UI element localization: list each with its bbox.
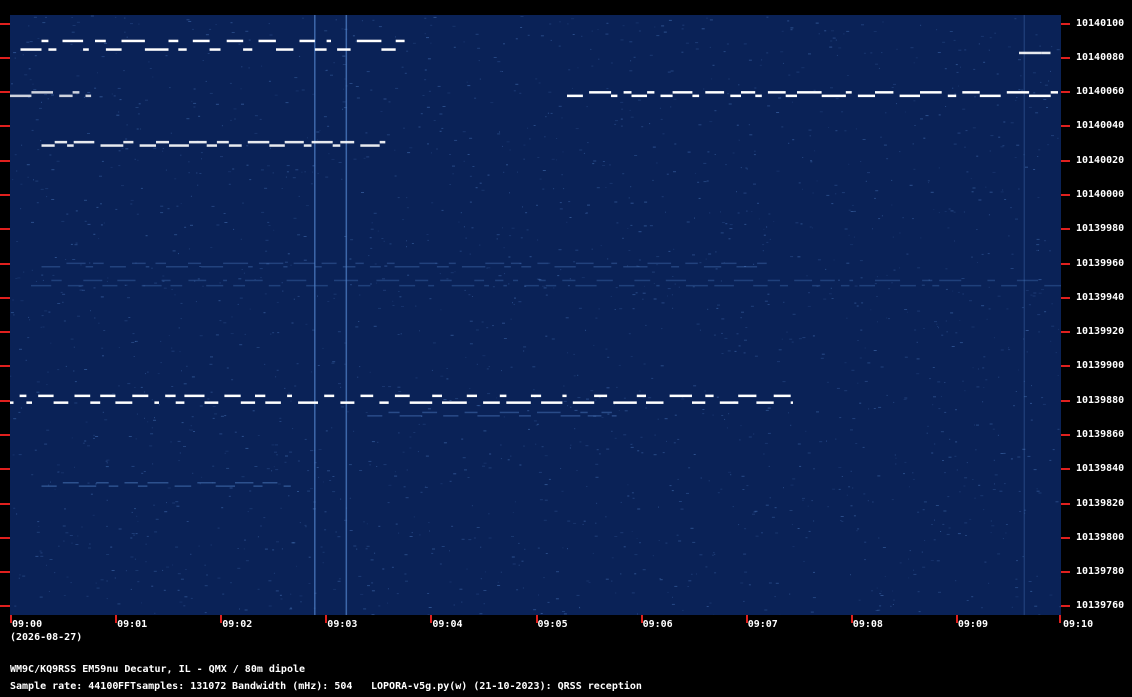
- x-tick-label: 09:01: [117, 619, 148, 630]
- left-tick: [0, 91, 10, 94]
- y-tick-label: 10139880: [1076, 394, 1125, 406]
- left-tick: [0, 468, 10, 471]
- signal-trace-6: [10, 394, 793, 404]
- right-tick: [1061, 331, 1070, 334]
- y-tick-label: 10139780: [1076, 566, 1125, 578]
- x-tick-label: 09:04: [432, 619, 463, 630]
- x-tick-label: 09:07: [747, 619, 778, 630]
- right-tick: [1061, 399, 1070, 402]
- software-label: LOPORA-v5g.py(w) (21-10-2023): QRSS rece…: [371, 681, 642, 692]
- signal-trace-8: [41, 482, 291, 487]
- signal-trace-7: [367, 411, 617, 417]
- x-tick-label: 09:10: [1063, 619, 1094, 630]
- left-tick: [0, 502, 10, 505]
- right-tick: [1061, 159, 1070, 162]
- right-tick: [1061, 228, 1070, 231]
- left-tick: [0, 536, 10, 539]
- left-tick: [0, 194, 10, 196]
- right-tick: [1061, 125, 1070, 128]
- signal-trace-1: [10, 91, 92, 98]
- y-tick-label: 10139760: [1076, 600, 1125, 612]
- x-tick-label: 09:06: [642, 619, 673, 630]
- x-tick-label: 09:08: [852, 619, 883, 630]
- right-tick: [1061, 605, 1070, 608]
- left-tick: [0, 365, 10, 368]
- bandwidth-label: Bandwidth (mHz): 504: [232, 681, 353, 692]
- right-tick: [1061, 502, 1070, 505]
- right-tick: [1061, 91, 1070, 94]
- right-tick: [1061, 56, 1070, 59]
- waterfall-svg: [10, 15, 1061, 615]
- y-tick-label: 10139980: [1076, 223, 1125, 235]
- y-tick-label: 10139860: [1076, 429, 1125, 440]
- y-tick-label: 10139800: [1076, 531, 1125, 543]
- signal-trace-9: [1019, 51, 1051, 55]
- y-tick-label: 10140080: [1076, 51, 1125, 63]
- signal-trace-2: [567, 91, 1058, 98]
- left-tick: [0, 605, 10, 608]
- right-tick: [1061, 434, 1070, 436]
- left-tick: [0, 159, 10, 162]
- left-tick: [0, 22, 10, 25]
- left-tick: [0, 262, 10, 265]
- right-tick: [1061, 194, 1070, 196]
- right-tick: [1061, 536, 1070, 539]
- fft-samples-label: FFTsamples: 131072: [118, 681, 227, 692]
- y-tick-label: 10140000: [1076, 189, 1125, 200]
- y-tick-label: 10140100: [1076, 17, 1125, 29]
- right-tick: [1061, 22, 1070, 25]
- date-label: (2026-08-27): [10, 632, 83, 643]
- x-tick-label: 09:03: [327, 619, 358, 630]
- left-tick: [0, 331, 10, 334]
- left-tick: [0, 125, 10, 128]
- left-tick: [0, 571, 10, 574]
- right-tick: [1061, 365, 1070, 368]
- left-tick: [0, 399, 10, 402]
- y-tick-label: 10139940: [1076, 291, 1125, 303]
- x-tick: [1059, 615, 1061, 623]
- y-tick-label: 10140060: [1076, 86, 1125, 98]
- y-tick-label: 10139900: [1076, 360, 1125, 372]
- y-tick-label: 10139960: [1076, 257, 1125, 269]
- right-tick: [1061, 262, 1070, 265]
- y-tick-label: 10140020: [1076, 154, 1125, 166]
- right-tick: [1061, 571, 1070, 574]
- noise-layer: [10, 15, 1061, 615]
- right-tick: [1061, 468, 1070, 471]
- left-tick: [0, 56, 10, 59]
- left-tick: [0, 434, 10, 436]
- x-tick-label: 09:05: [537, 619, 568, 630]
- y-tick-label: 10140040: [1076, 120, 1125, 132]
- x-tick-label: 09:09: [957, 619, 988, 630]
- y-tick-label: 10139820: [1076, 497, 1125, 509]
- right-tick: [1061, 296, 1070, 299]
- sample-rate-label: Sample rate: 44100: [10, 681, 119, 692]
- left-tick: [0, 296, 10, 299]
- station-label: WM9C/KQ9RSS EM59nu Decatur, IL - QMX / 8…: [10, 664, 306, 675]
- y-tick-label: 10139840: [1076, 463, 1125, 475]
- x-tick-label: 09:00: [12, 619, 43, 630]
- y-tick-label: 10139920: [1076, 326, 1125, 338]
- signal-trace-3: [41, 140, 386, 147]
- signal-trace-5: [31, 279, 1061, 287]
- left-tick: [0, 228, 10, 231]
- waterfall-plot: [10, 15, 1061, 615]
- x-tick-label: 09:02: [222, 619, 253, 630]
